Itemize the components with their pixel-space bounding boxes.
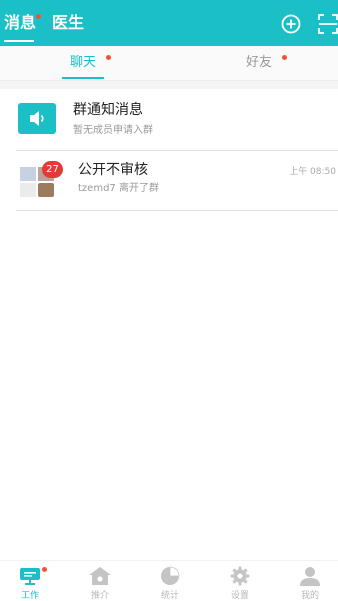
chat-unread-dot [106,55,111,60]
nav-item-statistics[interactable]: 统计 [140,561,200,601]
section-gap [0,81,338,89]
work-unread-dot [42,567,47,572]
scan-icon[interactable] [318,14,338,34]
segment-active-indicator [62,77,104,79]
list-item-subtitle: tzemd7 离开了群 [78,183,159,194]
list-item-time: 上午 08:50 [289,167,336,177]
nav-item-profile[interactable]: 我的 [280,561,338,601]
nav-label: 推介 [90,591,109,601]
home-icon [89,567,111,585]
top-header: 消息 医生 [0,0,338,46]
nav-item-recommend[interactable]: 推介 [70,561,130,601]
nav-label: 设置 [230,591,249,601]
list-item-subtitle: 暂无成员申请入群 [73,125,153,136]
speaker-icon [18,103,56,134]
person-icon [300,567,320,586]
tab-messages[interactable]: 消息 [4,12,36,34]
active-tab-indicator [4,40,34,42]
nav-label: 我的 [300,591,319,601]
nav-item-settings[interactable]: 设置 [210,561,270,601]
list-item-title: 群通知消息 [73,102,143,118]
nav-label: 工作 [20,591,39,601]
list-item-group-chat[interactable]: 27 公开不审核 tzemd7 离开了群 上午 08:50 [0,151,338,211]
pie-chart-icon [161,566,180,585]
chat-friend-switcher: 聊天 好友 [0,46,338,81]
bottom-nav: 工作 推介 统计 设置 我的 [0,560,338,601]
tab-chat[interactable]: 聊天 [70,54,96,72]
unread-count-badge: 27 [42,161,63,178]
messages-unread-dot [36,14,41,19]
row-divider [16,210,338,211]
friends-unread-dot [282,55,287,60]
list-item-title: 公开不审核 [78,162,148,178]
list-item-group-notice[interactable]: 群通知消息 暂无成员申请入群 [0,89,338,151]
gear-icon [230,566,250,586]
plus-circle-icon[interactable] [281,14,301,34]
nav-item-work[interactable]: 工作 [0,561,60,601]
nav-label: 统计 [160,591,179,601]
tab-friends[interactable]: 好友 [246,54,272,72]
work-chat-icon [20,568,40,585]
tab-doctors[interactable]: 医生 [52,12,84,34]
